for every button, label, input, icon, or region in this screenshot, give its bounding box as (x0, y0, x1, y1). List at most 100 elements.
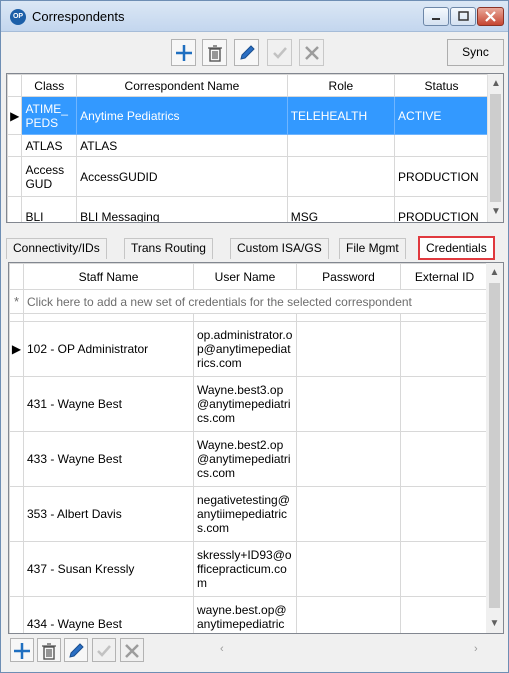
delete-correspondent-button[interactable] (202, 39, 227, 66)
cell-staff-name[interactable]: 433 - Wayne Best (23, 431, 194, 487)
credential-row[interactable]: ▶ 102 - OP Administrator op.administrato… (9, 321, 489, 377)
tab-trans-routing[interactable]: Trans Routing (124, 238, 213, 259)
cell-status[interactable] (394, 134, 489, 157)
tab-custom-isa-gs[interactable]: Custom ISA/GS (230, 238, 329, 259)
cell-password[interactable] (296, 596, 401, 633)
cell-role[interactable] (286, 134, 396, 157)
tab-credentials[interactable]: Credentials (418, 236, 495, 260)
correspondents-grid[interactable]: Class Correspondent Name Role Status ▶ A… (6, 73, 504, 223)
cell-staff-name[interactable]: 431 - Wayne Best (23, 376, 194, 432)
save-correspondent-button[interactable] (267, 39, 292, 66)
cell-user-name[interactable]: Wayne.best2.op@anytimepediatrics.com (193, 431, 297, 487)
credentials-vertical-scrollbar[interactable]: ▲ ▼ (486, 263, 503, 633)
add-correspondent-button[interactable] (171, 39, 196, 66)
cell-user-name[interactable]: Wayne.best3.op@anytimepediatrics.com (193, 376, 297, 432)
cell-staff-name[interactable]: 434 - Wayne Best (23, 596, 194, 633)
cell-password[interactable] (296, 486, 401, 542)
cell-role[interactable] (286, 156, 396, 197)
cell-external-id[interactable] (400, 321, 489, 377)
cell-password[interactable] (296, 541, 401, 597)
save-credentials-button[interactable] (92, 638, 116, 662)
correspondent-row[interactable]: AccessGUD AccessGUDID PRODUCTION (7, 156, 489, 197)
edit-credentials-button[interactable] (64, 638, 88, 662)
column-header-user-name[interactable]: User Name (193, 263, 297, 290)
cell-name[interactable]: BLI Messaging (76, 196, 288, 222)
correspondent-row[interactable]: ▶ ATIME_PEDS Anytime Pediatrics TELEHEAL… (7, 96, 489, 135)
cell-user-name[interactable]: negativetesting@anytiimepediatrics.com (193, 486, 297, 542)
new-row-prompt[interactable]: Click here to add a new set of credentia… (23, 289, 489, 314)
scroll-left-icon[interactable]: ‹ (220, 643, 224, 655)
cell-status[interactable]: PRODUCTION (394, 156, 489, 197)
column-header-password[interactable]: Password (296, 263, 401, 290)
pencil-icon (239, 45, 255, 60)
cell-external-id[interactable] (400, 596, 489, 633)
scroll-right-icon[interactable]: › (474, 643, 478, 655)
column-header-status[interactable]: Status (394, 74, 489, 97)
cell-external-id[interactable] (400, 376, 489, 432)
credential-row[interactable]: 433 - Wayne Best Wayne.best2.op@anytimep… (9, 431, 489, 487)
scroll-up-icon[interactable]: ▲ (486, 264, 503, 281)
cell-external-id[interactable] (400, 431, 489, 487)
tab-file-mgmt[interactable]: File Mgmt (339, 238, 406, 259)
credential-row[interactable]: 353 - Albert Davis negativetesting@anyti… (9, 486, 489, 542)
column-header-staff-name[interactable]: Staff Name (23, 263, 194, 290)
cell-class[interactable]: ATIME_PEDS (21, 96, 78, 135)
scroll-up-icon[interactable]: ▲ (488, 76, 503, 92)
correspondents-vertical-scrollbar[interactable]: ▲ ▼ (487, 74, 503, 222)
cell-staff-name[interactable]: 102 - OP Administrator (23, 321, 194, 377)
cell-external-id[interactable] (400, 541, 489, 597)
cell-staff-name[interactable]: 437 - Susan Kressly (23, 541, 194, 597)
correspondent-row[interactable]: BLI BLI Messaging MSG PRODUCTION (7, 196, 489, 222)
scrollbar-thumb[interactable] (490, 94, 501, 202)
delete-credentials-button[interactable] (37, 638, 61, 662)
maximize-button[interactable] (450, 7, 476, 26)
cell-external-id[interactable] (400, 486, 489, 542)
cancel-correspondent-button[interactable] (299, 39, 324, 66)
column-header-name[interactable]: Correspondent Name (76, 74, 288, 97)
column-header-external-id[interactable]: External ID (400, 263, 489, 290)
correspondents-window: OP Correspondents Sync Class Corresponde… (0, 0, 509, 673)
cell-user-name[interactable]: op.administrator.op@anytimepediatrics.co… (193, 321, 297, 377)
cancel-credentials-button[interactable] (120, 638, 144, 662)
scroll-down-icon[interactable]: ▼ (488, 204, 503, 220)
title-bar[interactable]: OP Correspondents (1, 1, 508, 32)
cell-user-name[interactable]: wayne.best.op@anytimepediatrics.com (193, 596, 297, 633)
sync-button[interactable]: Sync (447, 39, 504, 66)
cell-name[interactable]: AccessGUDID (76, 156, 288, 197)
add-credentials-button[interactable] (10, 638, 34, 662)
checkmark-icon (97, 645, 111, 657)
correspondent-row[interactable]: ATLAS ATLAS (7, 134, 489, 157)
cell-status[interactable]: PRODUCTION (394, 196, 489, 222)
column-header-class[interactable]: Class (21, 74, 78, 97)
credential-row[interactable]: 434 - Wayne Best wayne.best.op@anytimepe… (9, 596, 489, 633)
minimize-button[interactable] (423, 7, 449, 26)
cell-user-name[interactable]: skressly+ID93@officepracticum.com (193, 541, 297, 597)
credential-row[interactable]: 437 - Susan Kressly skressly+ID93@office… (9, 541, 489, 597)
credentials-grid[interactable]: Staff Name User Name Password External I… (8, 262, 504, 634)
scroll-down-icon[interactable]: ▼ (486, 615, 503, 632)
row-indicator (9, 431, 24, 487)
cell-password[interactable] (296, 376, 401, 432)
cell-name[interactable]: Anytime Pediatrics (76, 96, 288, 135)
cell-password[interactable] (296, 431, 401, 487)
cell-class[interactable]: BLI (21, 196, 78, 222)
cell-class[interactable]: ATLAS (21, 134, 78, 157)
minimize-icon (432, 18, 440, 20)
close-button[interactable] (477, 7, 504, 26)
cell-name[interactable]: ATLAS (76, 134, 288, 157)
credential-row[interactable]: 431 - Wayne Best Wayne.best3.op@anytimep… (9, 376, 489, 432)
pencil-icon (69, 643, 84, 658)
column-header-role[interactable]: Role (286, 74, 396, 97)
cell-role[interactable]: TELEHEALTH (286, 96, 396, 135)
tab-connectivity-ids[interactable]: Connectivity/IDs (6, 238, 107, 259)
cell-status[interactable]: ACTIVE (394, 96, 489, 135)
edit-correspondent-button[interactable] (234, 39, 259, 66)
new-credentials-row[interactable]: * Click here to add a new set of credent… (9, 289, 489, 314)
scrollbar-thumb[interactable] (489, 283, 500, 608)
cell-password[interactable] (296, 321, 401, 377)
cell-role[interactable]: MSG (286, 196, 396, 222)
credentials-toolbar: ‹ › (8, 634, 504, 664)
cell-class[interactable]: AccessGUD (21, 156, 78, 197)
cell-staff-name[interactable]: 353 - Albert Davis (23, 486, 194, 542)
row-indicator-header (7, 74, 23, 97)
